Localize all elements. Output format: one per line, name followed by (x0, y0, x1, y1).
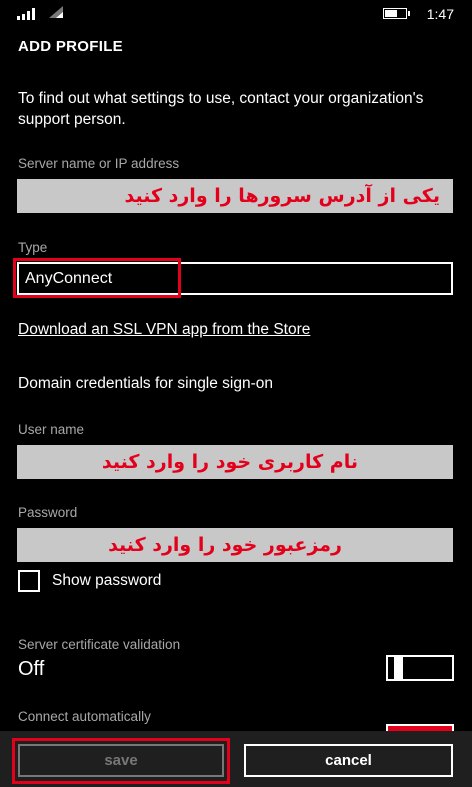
save-highlight-frame (12, 738, 230, 784)
server-input[interactable]: یکی از آدرس سرورها را وارد کنید (17, 179, 453, 213)
password-label: Password (18, 505, 78, 520)
connect-auto-label: Connect automatically (18, 709, 151, 724)
username-overlay-text: نام کاربری خود را وارد کنید (101, 451, 358, 473)
wifi-icon (49, 6, 63, 18)
cancel-button[interactable]: cancel (244, 744, 453, 777)
server-overlay-text: یکی از آدرس سرورها را وارد کنید (124, 185, 440, 207)
intro-text: To find out what settings to use, contac… (18, 90, 424, 128)
cert-validation-label: Server certificate validation (18, 637, 181, 652)
type-label: Type (18, 240, 48, 255)
download-vpn-app-link[interactable]: Download an SSL VPN app from the Store (18, 321, 310, 339)
status-bar: 1:47 (0, 0, 472, 28)
password-input[interactable]: رمزعبور خود را وارد کنید (17, 528, 453, 562)
domain-credentials-heading: Domain credentials for single sign-on (18, 375, 274, 392)
signal-strength-icon (17, 8, 35, 20)
username-label: User name (18, 422, 85, 437)
show-password-checkbox[interactable] (18, 570, 40, 592)
cert-validation-toggle[interactable] (386, 655, 454, 681)
battery-icon (383, 8, 410, 19)
toggle-thumb (394, 655, 403, 681)
clock: 1:47 (426, 6, 454, 22)
username-input[interactable]: نام کاربری خود را وارد کنید (17, 445, 453, 479)
show-password-label[interactable]: Show password (52, 572, 161, 590)
cert-validation-value: Off (18, 658, 45, 680)
app-bar: save cancel (0, 731, 472, 787)
page-title: ADD PROFILE (18, 38, 123, 55)
password-overlay-text: رمزعبور خود را وارد کنید (108, 534, 342, 556)
type-highlight-frame (13, 258, 181, 298)
server-label: Server name or IP address (18, 156, 180, 171)
